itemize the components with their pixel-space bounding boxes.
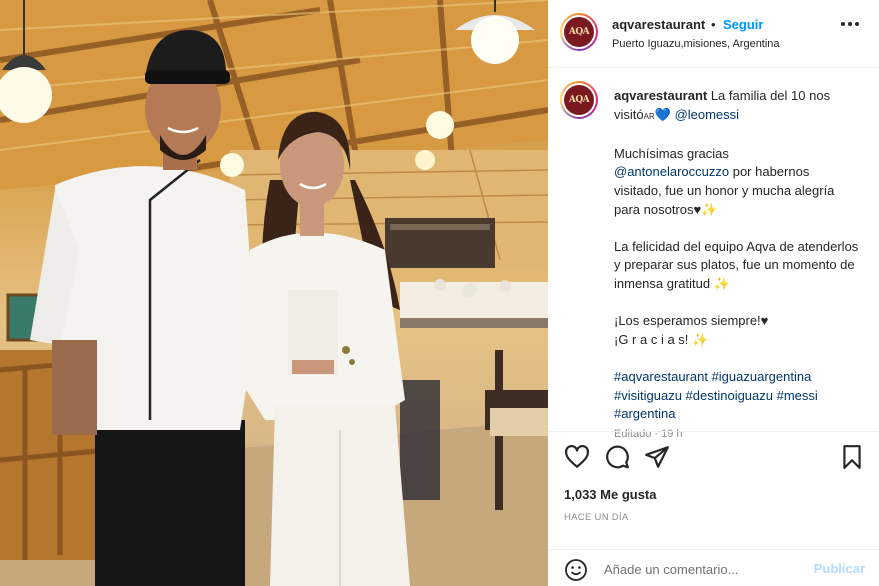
caption-para3: La felicidad del equipo Aqva de atenderl… — [614, 238, 859, 291]
caption-brand-logo: AQA — [564, 85, 594, 115]
caption-username-link[interactable]: aqvarestaurant — [614, 88, 707, 103]
post-header: AQA aqvarestaurant • Seguir Puerto Iguaz… — [548, 0, 879, 68]
heart-icon[interactable] — [564, 444, 590, 470]
caption-para4-line1: ¡Los esperamos siempre!♥ — [614, 313, 769, 329]
restaurant-photo-illustration — [0, 0, 548, 586]
location-link[interactable]: Puerto Iguazu,misiones, Argentina — [612, 38, 780, 50]
mention-antonelaroccuzzo[interactable]: @antonelaroccuzzo — [614, 164, 729, 179]
likes-count[interactable]: 1,033 Me gusta — [564, 487, 657, 502]
comment-input[interactable] — [604, 559, 804, 579]
more-options-icon[interactable] — [841, 22, 859, 28]
post-photo[interactable] — [0, 0, 548, 586]
hashtags[interactable]: #aqvarestaurant #iguazuargentina #visiti… — [614, 369, 818, 421]
caption-avatar[interactable]: AQA — [560, 81, 598, 119]
caption-para2-start: Muchísimas gracias — [614, 145, 729, 161]
caption-text: aqvarestaurant La familia del 10 nos vis… — [614, 87, 860, 443]
brand-logo: AQA — [564, 17, 594, 47]
actions-section: 1,033 Me gusta HACE UN DÍA Publicar — [548, 431, 879, 586]
follow-button[interactable]: Seguir — [723, 17, 763, 32]
publish-button[interactable]: Publicar — [814, 561, 865, 576]
caption-area: AQA aqvarestaurant La familia del 10 nos… — [548, 69, 879, 440]
emoji-icon[interactable] — [564, 558, 588, 582]
blue-heart-emoji: 💙 — [654, 106, 671, 122]
post-time-ago: HACE UN DÍA — [564, 512, 629, 523]
caption-para4-line2: ¡G r a c i a s! ✨ — [614, 331, 709, 347]
separator-dot: • — [711, 17, 716, 32]
account-avatar[interactable]: AQA — [560, 13, 598, 51]
caption-flag-text: AR — [643, 111, 655, 121]
account-username-link[interactable]: aqvarestaurant — [612, 17, 705, 32]
share-icon[interactable] — [644, 444, 670, 470]
mention-leomessi[interactable]: @leomessi — [675, 107, 740, 122]
bookmark-icon[interactable] — [839, 444, 865, 470]
comment-icon[interactable] — [604, 444, 630, 470]
comment-bar: Publicar — [548, 549, 879, 586]
post-sidebar: AQA aqvarestaurant • Seguir Puerto Iguaz… — [548, 0, 879, 586]
